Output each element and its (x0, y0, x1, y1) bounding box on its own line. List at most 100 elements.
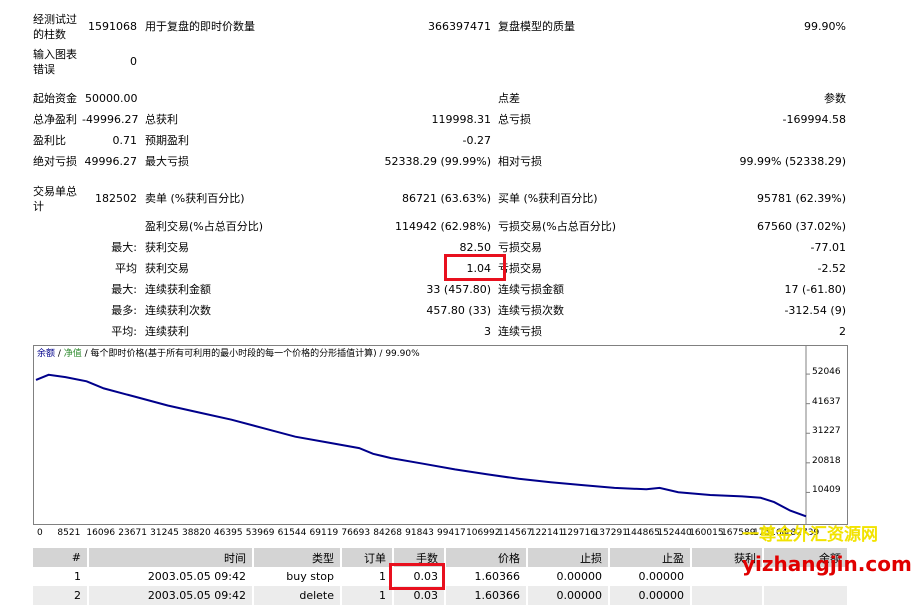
x-axis-labels: 0 8521 16096 23671 31245 38820 46395 53969 61544… (33, 527, 848, 539)
cell-price: 1.60366 (445, 567, 528, 586)
average-profit-label: 获利交易 (145, 262, 189, 275)
x-tick-label: 16096 (86, 528, 116, 538)
rel-drawdown-value: 99.99% (52338.29) (739, 155, 846, 168)
x-tick-label: 129716 (561, 528, 597, 538)
col-header-type[interactable]: 类型 (253, 548, 342, 567)
cell-take-profit: 0.00000 (609, 586, 692, 605)
x-tick-label: 144865 (625, 528, 660, 538)
gross-loss-label: 总亏损 (498, 113, 531, 126)
bars-value: 1591068 (88, 20, 137, 33)
profit-trades-label: 盈利交易(%占总百分比) (145, 220, 264, 233)
net-profit-value: -49996.27 (82, 113, 139, 126)
deposit-value: 50000.00 (85, 92, 138, 105)
x-tick-label: 46395 (213, 528, 243, 538)
long-trades-label: 买单 (%获利百分比) (498, 192, 598, 205)
y-tick-label: 41637 (812, 396, 841, 407)
cell-number: 2 (33, 586, 89, 605)
cell-time: 2003.05.05 09:42 (88, 586, 254, 605)
largest-label: 最大: (111, 241, 137, 254)
max-drawdown-value: 52338.29 (99.99%) (384, 155, 491, 168)
legend-balance: 余额 (37, 349, 56, 359)
loss-trades-label: 亏损交易(%占总百分比) (498, 220, 617, 233)
col-header-take-profit[interactable]: 止盈 (609, 548, 692, 567)
legend-description: / 每个即时价格(基于所有可利用的最小时段的每一个价格的分形插值计算) / 99… (81, 349, 420, 359)
col-header-stop-loss[interactable]: 止损 (527, 548, 610, 567)
col-header-price[interactable]: 价格 (445, 548, 528, 567)
avg-consec-wins-value: 3 (484, 325, 491, 338)
cell-price: 1.60366 (445, 586, 528, 605)
net-profit-label: 总净盈利 (33, 113, 77, 126)
max-consec-loss-count-value: -312.54 (9) (784, 304, 846, 317)
x-tick-label: 99417 (437, 528, 466, 538)
expected-payoff-label: 预期盈利 (145, 134, 189, 147)
cell-profit (691, 586, 764, 605)
mismatch-label: 输入图表错误 (33, 48, 77, 76)
x-tick-label: 76693 (341, 528, 371, 538)
spread-label: 点差 (498, 92, 520, 105)
x-tick-label: 106992 (466, 528, 501, 538)
avg-label: 平均: (111, 325, 137, 338)
max-consec-loss-money-label: 连续亏损金额 (498, 283, 564, 296)
gross-loss-value: -169994.58 (782, 113, 846, 126)
spread-value: 参数 (824, 92, 846, 105)
x-tick-label: 152440 (657, 528, 692, 538)
x-tick-label: 61544 (277, 528, 307, 538)
y-tick-label: 31227 (812, 426, 841, 437)
cell-order: 1 (341, 586, 394, 605)
max-consec-wins-money-value: 33 (457.80) (426, 283, 491, 296)
most-label: 最多: (111, 304, 137, 317)
cell-balance (763, 586, 849, 605)
avg-consec-losses-value: 2 (839, 325, 846, 338)
chart-legend: 余额 / 净值 / 每个即时价格(基于所有可利用的最小时段的每一个价格的分形插值… (37, 348, 420, 360)
ticks-label: 用于复盘的即时价数量 (145, 20, 255, 33)
x-tick-label: 122141 (529, 528, 565, 538)
x-tick-label: 38820 (182, 528, 211, 538)
quality-value: 99.90% (804, 20, 846, 33)
col-header-number[interactable]: # (33, 548, 89, 567)
total-trades-label: 交易单总计 (33, 185, 77, 213)
largest-loss-label: 亏损交易 (498, 241, 542, 254)
rel-drawdown-label: 相对亏损 (498, 155, 542, 168)
short-trades-value: 86721 (63.63%) (401, 192, 491, 205)
x-tick-label: 91843 (405, 528, 434, 538)
cell-number: 1 (33, 567, 89, 586)
average-label: 平均 (115, 262, 137, 275)
x-tick-label: 137291 (593, 528, 628, 538)
abs-drawdown-label: 绝对亏损 (33, 155, 77, 168)
col-header-order[interactable]: 订单 (341, 548, 394, 567)
largest-profit-value: 82.50 (459, 241, 492, 254)
watermark-url: yizhangjin.com (742, 552, 912, 576)
y-tick-label: 20818 (812, 455, 841, 466)
balance-chart-svg (35, 346, 810, 524)
x-tick-label: 23671 (118, 528, 147, 538)
cell-order: 1 (341, 567, 394, 586)
expected-payoff-value: -0.27 (462, 134, 491, 147)
cell-type: buy stop (253, 567, 342, 586)
max-label: 最大: (111, 283, 137, 296)
legend-equity: 净值 (63, 349, 82, 359)
gross-profit-label: 总获利 (145, 113, 178, 126)
x-tick-label: 114567 (497, 528, 533, 538)
highlight-lots (389, 563, 445, 590)
largest-loss-value: -77.01 (810, 241, 846, 254)
total-trades-value: 182502 (95, 192, 137, 205)
col-header-time[interactable]: 时间 (88, 548, 254, 567)
long-trades-value: 95781 (62.39%) (756, 192, 846, 205)
x-tick-label: 31245 (150, 528, 179, 538)
short-trades-label: 卖单 (%获利百分比) (145, 192, 245, 205)
cell-stop-loss: 0.00000 (527, 586, 610, 605)
profit-factor-label: 盈利比 (33, 134, 66, 147)
mismatch-value: 0 (130, 55, 137, 68)
ticks-value: 366397471 (428, 20, 491, 33)
max-consec-profit-count-value: 457.80 (33) (426, 304, 491, 317)
avg-consec-wins-label: 连续获利 (145, 325, 189, 338)
average-loss-value: -2.52 (817, 262, 846, 275)
x-tick-label: 160015 (689, 528, 724, 538)
cell-take-profit: 0.00000 (609, 567, 692, 586)
x-tick-label: 84268 (373, 528, 402, 538)
max-consec-profit-count-label: 连续获利次数 (145, 304, 211, 317)
x-tick-label: 69119 (309, 528, 339, 538)
max-drawdown-label: 最大亏损 (145, 155, 189, 168)
legend-separator: / (55, 349, 64, 359)
y-tick-label: 10409 (812, 485, 841, 496)
